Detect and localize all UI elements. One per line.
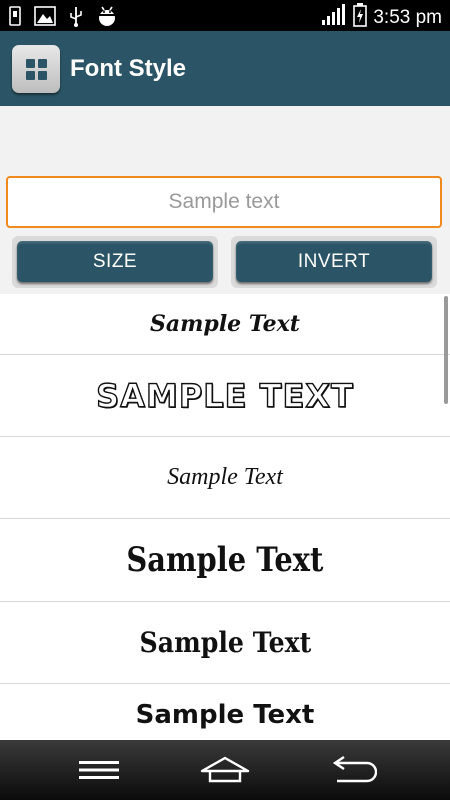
sample-text-field[interactable] <box>6 176 442 228</box>
font-sample-text: Sample Text <box>135 700 315 730</box>
back-icon[interactable] <box>324 754 380 786</box>
list-item[interactable]: Sample Text <box>0 519 450 602</box>
font-sample-text: Sample Text <box>126 540 324 580</box>
action-bar: Font Style <box>0 31 450 106</box>
battery-charging-icon <box>353 3 368 32</box>
font-sample-text: Sample Text <box>167 464 283 490</box>
list-item[interactable]: Sample Text <box>0 294 450 355</box>
invert-button[interactable]: INVERT <box>236 241 432 282</box>
home-icon[interactable] <box>197 754 253 786</box>
list-scrollbar[interactable] <box>444 296 448 404</box>
grid-app-icon[interactable] <box>12 45 60 93</box>
image-icon <box>34 6 56 26</box>
sample-text-input[interactable] <box>8 178 440 226</box>
size-button[interactable]: SIZE <box>17 241 213 282</box>
invert-button-frame: INVERT <box>231 236 437 288</box>
status-right: 3:53 pm <box>321 3 442 32</box>
font-sample-text: Sample Text <box>150 311 300 337</box>
status-time: 3:53 pm <box>373 6 442 28</box>
usb-icon <box>8 6 22 26</box>
list-item[interactable]: Sample Text <box>0 684 450 740</box>
font-sample-text: Sample Text <box>139 626 311 659</box>
menu-icon[interactable] <box>71 754 127 786</box>
font-sample-text: SAMPLE TEXT <box>95 376 354 415</box>
size-button-frame: SIZE <box>12 236 218 288</box>
navigation-bar <box>0 740 450 800</box>
font-style-list[interactable]: Sample Text SAMPLE TEXT Sample Text Samp… <box>0 294 450 740</box>
list-item[interactable]: Sample Text <box>0 602 450 684</box>
list-item[interactable]: Sample Text <box>0 437 450 519</box>
status-left-icons <box>8 5 118 27</box>
status-bar: 3:53 pm <box>0 0 450 31</box>
signal-icon <box>321 4 347 31</box>
list-item[interactable]: SAMPLE TEXT <box>0 355 450 437</box>
page-title: Font Style <box>70 55 187 82</box>
android-debug-icon <box>96 5 118 27</box>
usb-debug-icon <box>68 5 84 27</box>
